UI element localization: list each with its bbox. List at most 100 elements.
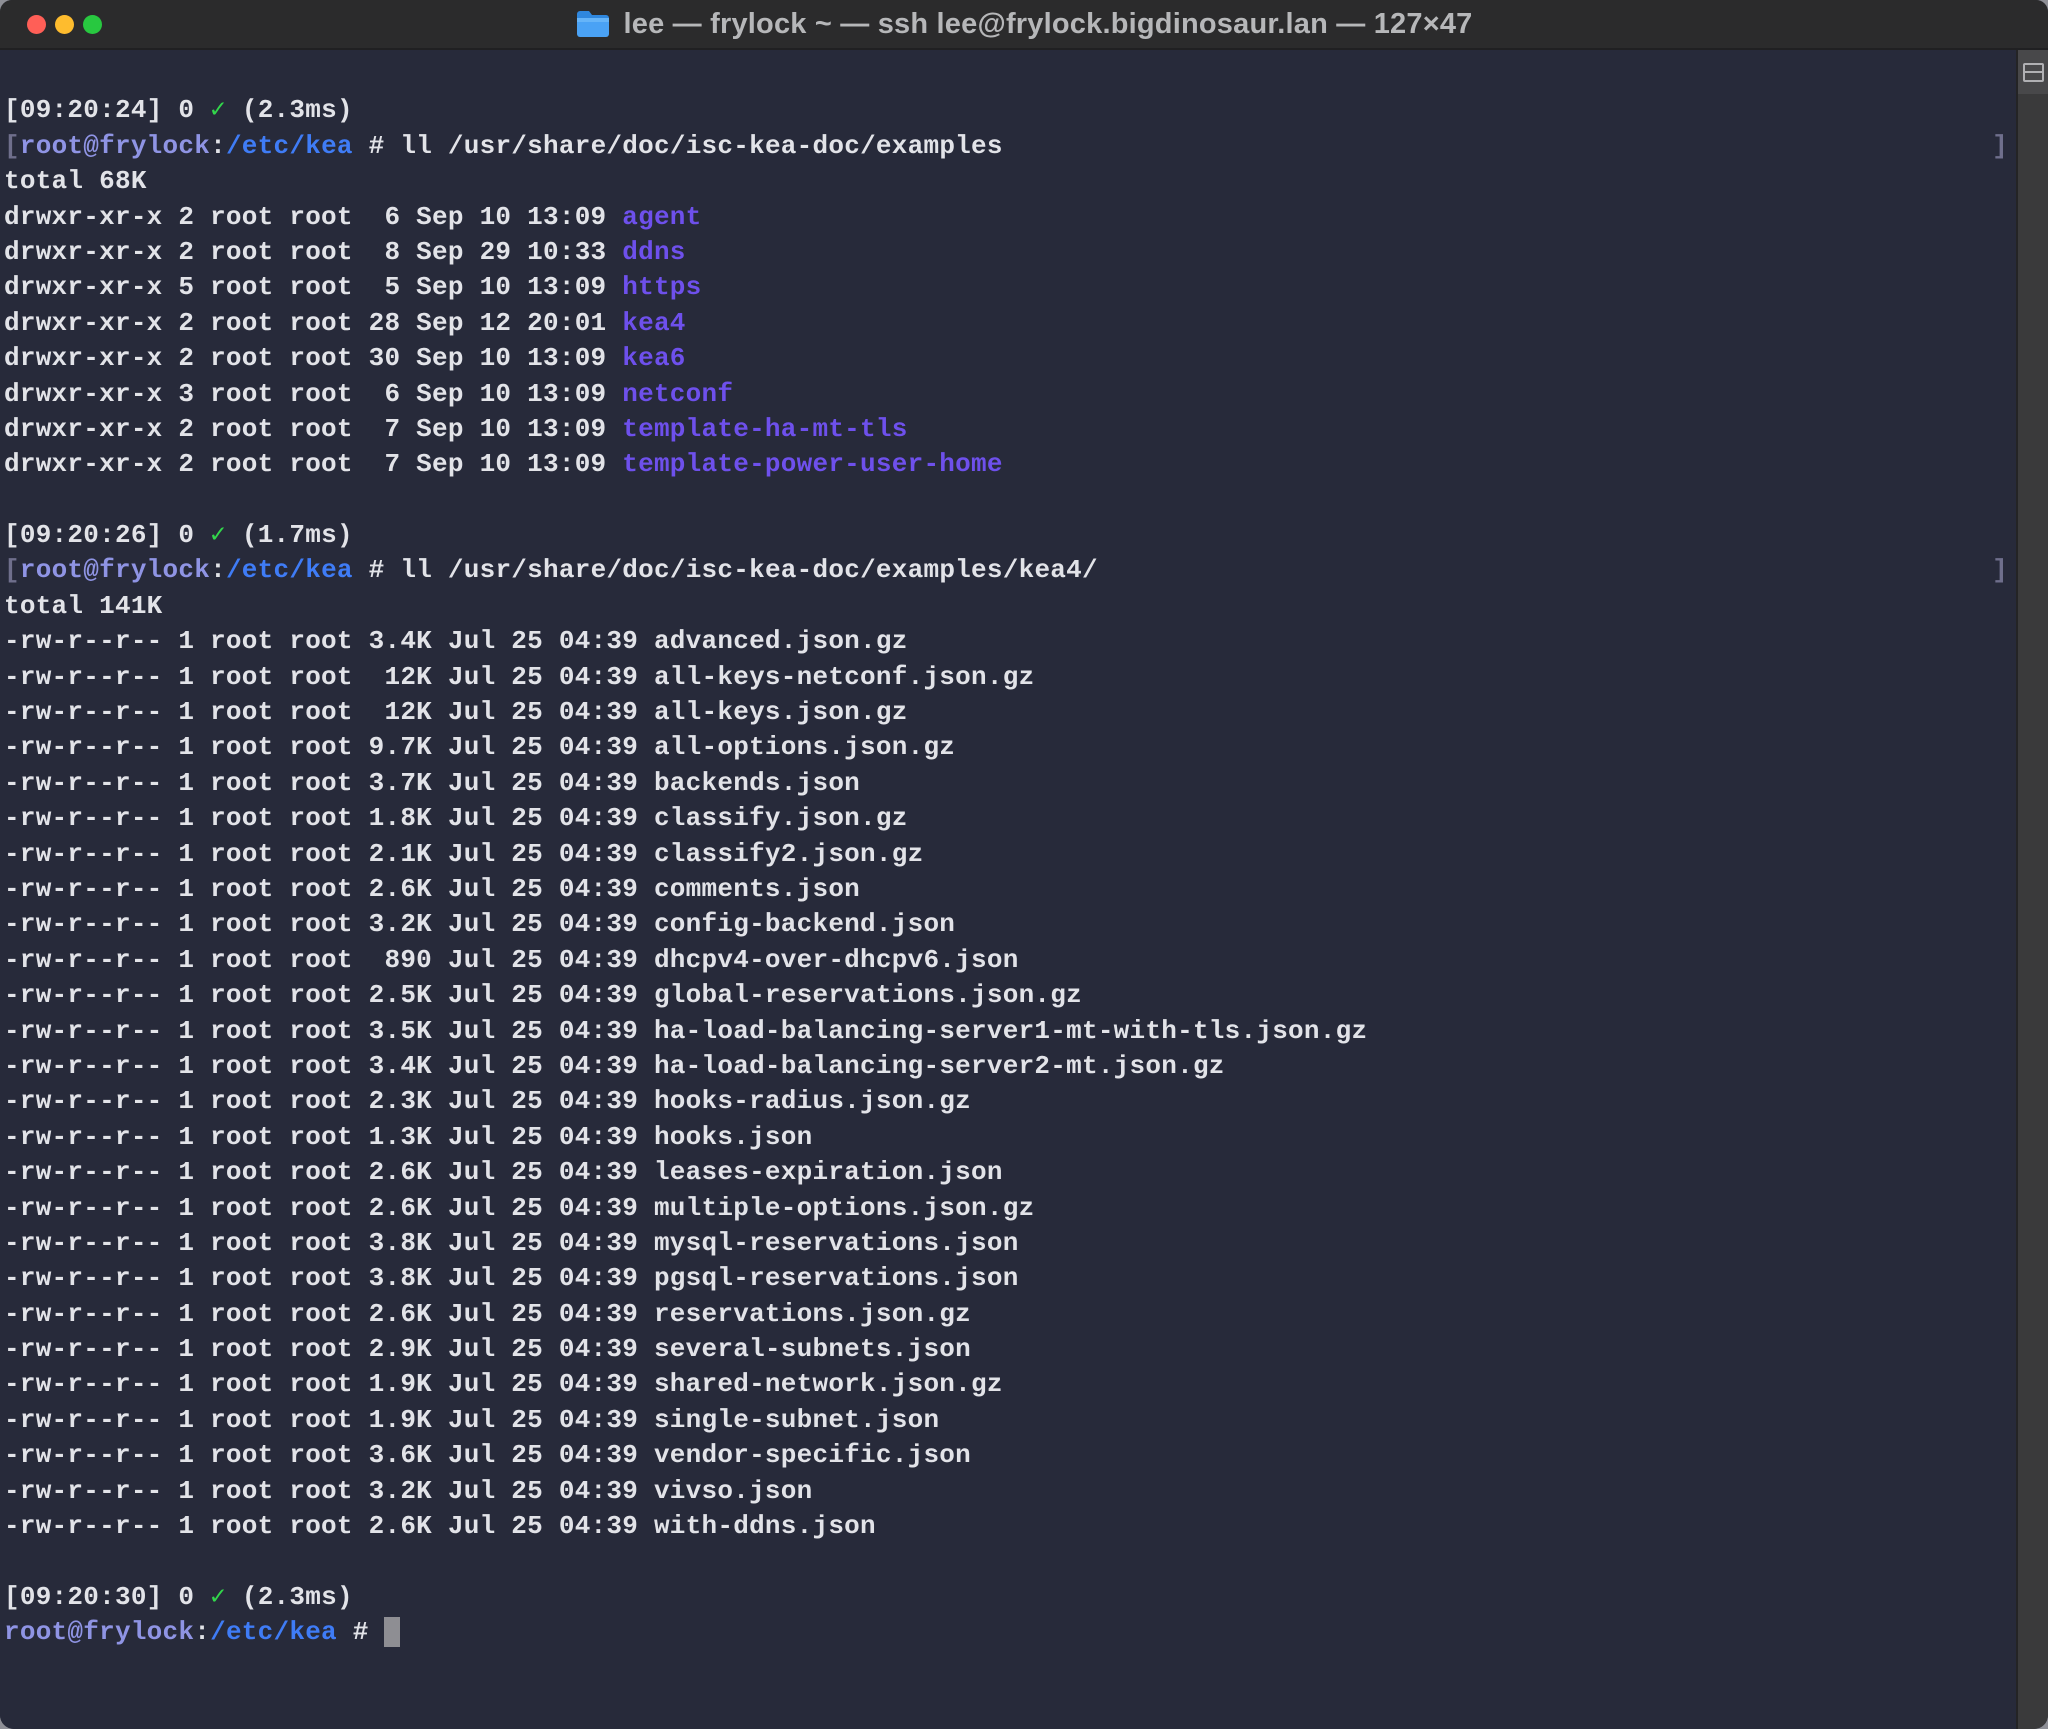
directory-name: kea4 [622,308,685,338]
terminal-line: root@frylock:/etc/kea # [4,1615,2008,1650]
terminal-line: -rw-r--r-- 1 root root 2.6K Jul 25 04:39… [4,1297,2008,1332]
terminal-line: -rw-r--r-- 1 root root 2.6K Jul 25 04:39… [4,872,2008,907]
directory-name: template-power-user-home [622,449,1002,479]
terminal-text: -rw-r--r-- 1 root root 9.7K Jul 25 04:39… [4,732,955,762]
terminal-line-content: -rw-r--r-- 1 root root 890 Jul 25 04:39 … [4,943,1019,978]
terminal-line: -rw-r--r-- 1 root root 1.3K Jul 25 04:39… [4,1120,2008,1155]
terminal-text: -rw-r--r-- 1 root root 12K Jul 25 04:39 … [4,662,1034,692]
prompt-cwd-path: /etc/kea [226,555,353,585]
prompt-frame-bracket: ] [1992,555,2008,585]
terminal-line: total 141K [4,589,2008,624]
close-button[interactable] [27,15,46,34]
directory-name: template-ha-mt-tls [622,414,907,444]
terminal-text: -rw-r--r-- 1 root root 12K Jul 25 04:39 … [4,697,908,727]
terminal-line-content: drwxr-xr-x 2 root root 8 Sep 29 10:33 dd… [4,235,686,270]
terminal-line-content: [root@frylock:/etc/kea # ll /usr/share/d… [4,553,1098,588]
terminal-line-content: -rw-r--r-- 1 root root 3.7K Jul 25 04:39… [4,766,860,801]
terminal-line-content: [root@frylock:/etc/kea # ll /usr/share/d… [4,129,1003,164]
terminal-text: -rw-r--r-- 1 root root 3.2K Jul 25 04:39… [4,1476,812,1506]
window-title-text: lee — frylock ~ — ssh lee@frylock.bigdin… [623,8,1472,41]
terminal-text: drwxr-xr-x 2 root root 28 Sep 12 20:01 [4,308,622,338]
terminal-line: drwxr-xr-x 2 root root 8 Sep 29 10:33 dd… [4,235,2008,270]
terminal-text: -rw-r--r-- 1 root root 2.6K Jul 25 04:39… [4,874,860,904]
terminal-line [4,58,2008,93]
terminal-line-content: -rw-r--r-- 1 root root 3.8K Jul 25 04:39… [4,1226,1019,1261]
scrollbar-track[interactable] [2016,50,2048,1729]
terminal-text: -rw-r--r-- 1 root root 3.5K Jul 25 04:39… [4,1016,1367,1046]
prompt-right-bracket: ] [1992,553,2008,588]
success-check-icon: ✓ [210,95,226,125]
terminal-line: -rw-r--r-- 1 root root 3.4K Jul 25 04:39… [4,1049,2008,1084]
terminal-text: drwxr-xr-x 2 root root 7 Sep 10 13:09 [4,449,622,479]
window-title: lee — frylock ~ — ssh lee@frylock.bigdin… [575,8,1472,41]
terminal-line-content: drwxr-xr-x 3 root root 6 Sep 10 13:09 ne… [4,377,733,412]
split-pane-button[interactable] [2018,50,2048,94]
terminal-text: (1.7ms) [226,520,353,550]
terminal-text: ll /usr/share/doc/isc-kea-doc/examples/k… [400,555,1098,585]
terminal-text: -rw-r--r-- 1 root root 3.6K Jul 25 04:39… [4,1440,971,1470]
terminal-line: -rw-r--r-- 1 root root 2.1K Jul 25 04:39… [4,837,2008,872]
directory-name: agent [622,202,701,232]
terminal-window: lee — frylock ~ — ssh lee@frylock.bigdin… [0,0,2048,1729]
terminal-line [4,1544,2008,1579]
terminal-line: [09:20:30] 0 ✓ (2.3ms) [4,1580,2008,1615]
terminal-line-content: -rw-r--r-- 1 root root 12K Jul 25 04:39 … [4,695,908,730]
zoom-button[interactable] [83,15,102,34]
terminal-text: drwxr-xr-x 2 root root 6 Sep 10 13:09 [4,202,622,232]
terminal-line-content: -rw-r--r-- 1 root root 2.3K Jul 25 04:39… [4,1084,971,1119]
success-check-icon: ✓ [210,1582,226,1612]
terminal-text: -rw-r--r-- 1 root root 3.8K Jul 25 04:39… [4,1263,1019,1293]
terminal-text: total 141K [4,591,163,621]
terminal-line: [root@frylock:/etc/kea # ll /usr/share/d… [4,129,2008,164]
terminal-line: [09:20:24] 0 ✓ (2.3ms) [4,93,2008,128]
terminal-line: -rw-r--r-- 1 root root 2.5K Jul 25 04:39… [4,978,2008,1013]
terminal-text: -rw-r--r-- 1 root root 2.6K Jul 25 04:39… [4,1299,971,1329]
terminal-line-content: [09:20:26] 0 ✓ (1.7ms) [4,518,353,553]
prompt-cwd-path: /etc/kea [210,1617,337,1647]
terminal-text: drwxr-xr-x 2 root root 7 Sep 10 13:09 [4,414,622,444]
terminal-line: -rw-r--r-- 1 root root 890 Jul 25 04:39 … [4,943,2008,978]
terminal-line-content: [09:20:24] 0 ✓ (2.3ms) [4,93,353,128]
titlebar[interactable]: lee — frylock ~ — ssh lee@frylock.bigdin… [0,0,2048,50]
terminal-text: (2.3ms) [226,1582,353,1612]
terminal-line-content: drwxr-xr-x 2 root root 28 Sep 12 20:01 k… [4,306,686,341]
terminal-line-content: -rw-r--r-- 1 root root 2.6K Jul 25 04:39… [4,1191,1034,1226]
prompt-frame-bracket: ] [1992,131,2008,161]
terminal-text: -rw-r--r-- 1 root root 3.8K Jul 25 04:39… [4,1228,1019,1258]
terminal-text: -rw-r--r-- 1 root root 890 Jul 25 04:39 … [4,945,1019,975]
terminal-line: -rw-r--r-- 1 root root 3.8K Jul 25 04:39… [4,1226,2008,1261]
terminal-text: drwxr-xr-x 2 root root 30 Sep 10 13:09 [4,343,622,373]
terminal-output[interactable]: [09:20:24] 0 ✓ (2.3ms)[root@frylock:/etc… [0,50,2016,1729]
terminal-line-content: -rw-r--r-- 1 root root 1.9K Jul 25 04:39… [4,1403,939,1438]
terminal-text: # [337,1617,385,1647]
terminal-line: -rw-r--r-- 1 root root 3.6K Jul 25 04:39… [4,1438,2008,1473]
terminal-line: -rw-r--r-- 1 root root 9.7K Jul 25 04:39… [4,730,2008,765]
terminal-line: drwxr-xr-x 2 root root 6 Sep 10 13:09 ag… [4,200,2008,235]
terminal-line-content: -rw-r--r-- 1 root root 3.5K Jul 25 04:39… [4,1014,1367,1049]
terminal-line: drwxr-xr-x 2 root root 7 Sep 10 13:09 te… [4,447,2008,482]
terminal-line-content: total 141K [4,589,163,624]
terminal-text: -rw-r--r-- 1 root root 2.6K Jul 25 04:39… [4,1511,876,1541]
terminal-line-content: -rw-r--r-- 1 root root 1.8K Jul 25 04:39… [4,801,908,836]
terminal-line: -rw-r--r-- 1 root root 2.6K Jul 25 04:39… [4,1155,2008,1190]
terminal-text: drwxr-xr-x 5 root root 5 Sep 10 13:09 [4,272,622,302]
terminal-line: -rw-r--r-- 1 root root 3.4K Jul 25 04:39… [4,624,2008,659]
terminal-line-content: -rw-r--r-- 1 root root 2.9K Jul 25 04:39… [4,1332,971,1367]
terminal-line: -rw-r--r-- 1 root root 3.2K Jul 25 04:39… [4,1474,2008,1509]
terminal-line-content: -rw-r--r-- 1 root root 2.6K Jul 25 04:39… [4,1509,876,1544]
terminal-text: -rw-r--r-- 1 root root 1.9K Jul 25 04:39… [4,1369,1003,1399]
terminal-cursor [384,1617,400,1647]
terminal-text: : [210,131,226,161]
terminal-line-content: -rw-r--r-- 1 root root 1.9K Jul 25 04:39… [4,1367,1003,1402]
split-pane-icon [2023,63,2044,82]
terminal-line-content: drwxr-xr-x 5 root root 5 Sep 10 13:09 ht… [4,270,702,305]
terminal-text: -rw-r--r-- 1 root root 2.6K Jul 25 04:39… [4,1157,1003,1187]
prompt-frame-bracket: [ [4,555,20,585]
terminal-text: # [353,555,401,585]
terminal-text: -rw-r--r-- 1 root root 3.4K Jul 25 04:39… [4,626,908,656]
terminal-line-content: -rw-r--r-- 1 root root 2.5K Jul 25 04:39… [4,978,1082,1013]
terminal-line-content: -rw-r--r-- 1 root root 3.2K Jul 25 04:39… [4,907,955,942]
terminal-line: -rw-r--r-- 1 root root 2.6K Jul 25 04:39… [4,1509,2008,1544]
terminal-text: -rw-r--r-- 1 root root 2.5K Jul 25 04:39… [4,980,1082,1010]
minimize-button[interactable] [55,15,74,34]
